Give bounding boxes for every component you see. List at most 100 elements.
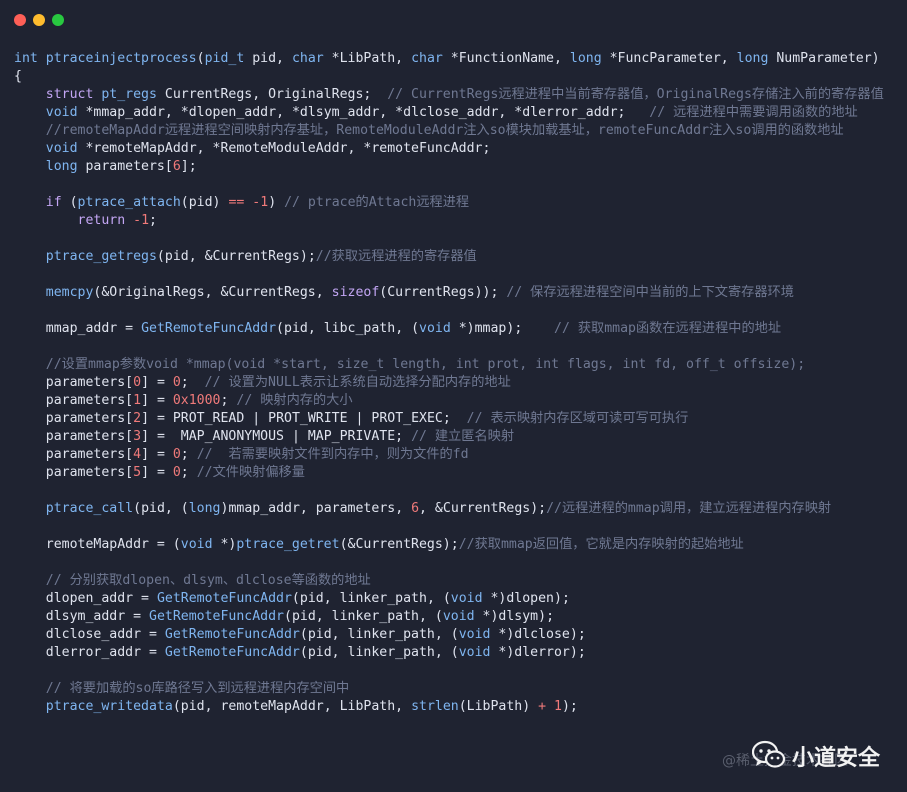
code-token: ; bbox=[395, 429, 412, 444]
code-token: long bbox=[736, 51, 777, 66]
code-token: = bbox=[133, 591, 157, 606]
code-comment: // 建立匿名映射 bbox=[411, 429, 515, 444]
code-token: ); bbox=[561, 699, 578, 714]
code-comment: // 获取mmap函数在远程进程中的地址 bbox=[554, 321, 782, 336]
code-comment: //获取远程进程的寄存器值 bbox=[315, 249, 477, 264]
code-token: GetRemoteFuncAddr bbox=[141, 321, 277, 336]
code-line: parameters[5] = 0; //文件映射偏移量 bbox=[14, 464, 894, 482]
code-token: mmap bbox=[474, 321, 507, 336]
code-token: *) bbox=[458, 321, 475, 336]
code-token: parameters bbox=[45, 411, 126, 426]
code-line: parameters[2] = PROT_READ | PROT_WRITE |… bbox=[14, 410, 894, 428]
code-token: parameters bbox=[45, 393, 126, 408]
code-token: long bbox=[569, 51, 610, 66]
code-token: , bbox=[299, 501, 316, 516]
maximize-dot-icon[interactable] bbox=[52, 14, 64, 26]
code-token: , bbox=[323, 591, 340, 606]
code-token: , bbox=[276, 51, 292, 66]
minimize-dot-icon[interactable] bbox=[33, 14, 45, 26]
code-token: | bbox=[244, 411, 269, 426]
code-comment: // 将要加载的so库路径写入到远程进程内存空间中 bbox=[45, 681, 350, 696]
code-token: 0 bbox=[172, 465, 181, 480]
code-token: ); bbox=[569, 645, 586, 660]
code-token: [ bbox=[125, 429, 134, 444]
code-token: 1 bbox=[141, 213, 150, 228]
code-line: // 将要加载的so库路径写入到远程进程内存空间中 bbox=[14, 680, 894, 698]
code-token: , bbox=[554, 51, 570, 66]
code-token: MAP_PRIVATE bbox=[307, 429, 396, 444]
code-token: pid bbox=[252, 51, 277, 66]
code-token: OriginalRegs bbox=[109, 285, 205, 300]
code-token: ( bbox=[283, 609, 292, 624]
code-token: parameters bbox=[315, 501, 396, 516]
code-token: MAP_ANONYMOUS bbox=[180, 429, 284, 444]
code-comment: // 远程进程中需要调用函数的地址 bbox=[649, 105, 858, 120]
code-token: ; bbox=[149, 213, 157, 228]
close-dot-icon[interactable] bbox=[14, 14, 26, 26]
code-token: [ bbox=[125, 411, 134, 426]
code-token: = bbox=[117, 321, 142, 336]
code-token: dlopen_addr bbox=[45, 591, 134, 606]
code-token: long bbox=[45, 159, 86, 174]
code-token: if bbox=[45, 195, 70, 210]
code-token: char bbox=[291, 51, 332, 66]
code-token: , bbox=[395, 699, 412, 714]
code-token: , ( bbox=[434, 627, 459, 642]
code-token: )); bbox=[474, 285, 499, 300]
code-comment: //remoteMapAddr远程进程空间映射内存基址，RemoteModule… bbox=[45, 123, 844, 138]
code-token: , * bbox=[164, 105, 189, 120]
code-token: dlsym bbox=[498, 609, 539, 624]
code-token: 0 bbox=[172, 447, 181, 462]
code-token: ); bbox=[506, 321, 555, 336]
code-token: FuncParameter bbox=[617, 51, 721, 66]
code-token: ( bbox=[156, 249, 165, 264]
code-token: ; bbox=[180, 447, 197, 462]
code-token: , bbox=[204, 699, 221, 714]
code-token: * bbox=[331, 51, 340, 66]
code-line: return -1; bbox=[14, 212, 894, 230]
code-token: , ( bbox=[164, 501, 189, 516]
wechat-icon bbox=[752, 740, 786, 768]
code-comment: // 表示映射内存区域可读可写可执行 bbox=[466, 411, 689, 426]
code-token: ); bbox=[554, 591, 570, 606]
code-token: , bbox=[315, 609, 332, 624]
code-comment: // 若需要映射文件到内存中，则为文件的fd bbox=[196, 447, 469, 462]
code-token: dlerror_addr bbox=[522, 105, 618, 120]
code-line: dlerror_addr = GetRemoteFuncAddr(pid, li… bbox=[14, 644, 894, 662]
code-token: GetRemoteFuncAddr bbox=[149, 609, 284, 624]
code-comment: // 分别获取dlopen、dlsym、dlclose等函数的地址 bbox=[45, 573, 371, 588]
code-token: ] = bbox=[141, 411, 173, 426]
code-line: parameters[1] = 0x1000; // 映射内存的大小 bbox=[14, 392, 894, 410]
code-token: mmap_addr bbox=[45, 321, 118, 336]
code-token: 6 bbox=[411, 501, 420, 516]
code-token: parameters bbox=[85, 159, 165, 174]
code-token: = bbox=[141, 645, 165, 660]
code-line: int ptraceinjectprocess(pid_t pid, char … bbox=[14, 50, 894, 68]
code-line: // 分别获取dlopen、dlsym、dlclose等函数的地址 bbox=[14, 572, 894, 590]
code-token: , bbox=[395, 51, 412, 66]
code-block: int ptraceinjectprocess(pid_t pid, char … bbox=[14, 50, 894, 716]
code-token: pid bbox=[291, 609, 316, 624]
code-token: ) bbox=[871, 51, 880, 66]
code-token: + bbox=[538, 699, 547, 714]
code-token: dlopen_addr bbox=[188, 105, 277, 120]
code-token: 0 bbox=[133, 375, 142, 390]
code-token: , bbox=[252, 87, 269, 102]
code-token: = ( bbox=[148, 537, 181, 552]
code-line: if (ptrace_attach(pid) == -1) // ptrace的… bbox=[14, 194, 894, 212]
code-token: ) bbox=[212, 195, 229, 210]
code-token: libc_path bbox=[323, 321, 396, 336]
